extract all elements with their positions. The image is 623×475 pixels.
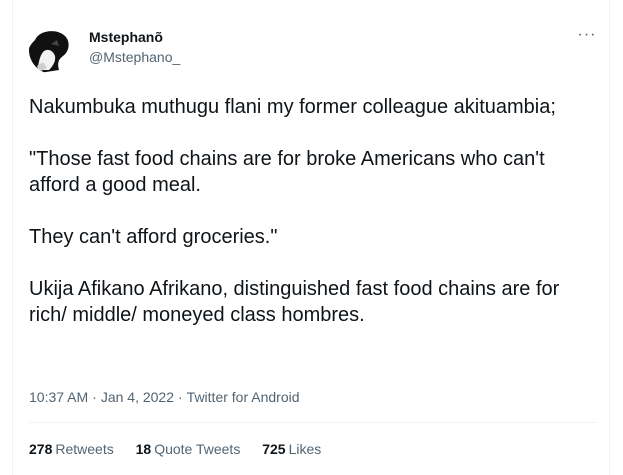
tweet-card: Mstephanõ @Mstephano_ ··· Nakumbuka muth… bbox=[12, 0, 610, 475]
tweet-paragraph: Nakumbuka muthugu flani my former collea… bbox=[29, 96, 556, 118]
more-options-icon[interactable]: ··· bbox=[577, 27, 597, 44]
tweet-meta: 10:37 AM · Jan 4, 2022 · Twitter for Android bbox=[29, 388, 300, 406]
divider bbox=[29, 422, 597, 423]
tweet-stats: 278 Retweets 18 Quote Tweets 725 Likes bbox=[29, 440, 339, 458]
retweets-count: 278 bbox=[29, 441, 53, 457]
meta-separator: · bbox=[178, 389, 183, 405]
likes-count: 725 bbox=[262, 441, 286, 457]
meta-separator: · bbox=[92, 389, 97, 405]
tweet-paragraph: Ukija Afikano Afrikano, distinguished fa… bbox=[29, 278, 560, 326]
author-names: Mstephanõ @Mstephano_ bbox=[89, 28, 180, 66]
retweets-label: Retweets bbox=[55, 441, 114, 457]
tweet-paragraph: "Those fast food chains are for broke Am… bbox=[29, 148, 545, 196]
quote-tweets-stat[interactable]: 18 Quote Tweets bbox=[136, 440, 241, 458]
user-handle[interactable]: @Mstephano_ bbox=[89, 48, 180, 66]
tweet-source[interactable]: Twitter for Android bbox=[187, 389, 300, 405]
tweet-date[interactable]: Jan 4, 2022 bbox=[101, 389, 174, 405]
tweet-time[interactable]: 10:37 AM bbox=[29, 389, 88, 405]
avatar[interactable] bbox=[29, 26, 77, 74]
likes-stat[interactable]: 725 Likes bbox=[262, 440, 321, 458]
quote-tweets-label: Quote Tweets bbox=[154, 441, 241, 457]
tweet-header: Mstephanõ @Mstephano_ ··· bbox=[29, 22, 597, 74]
tweet-text: Nakumbuka muthugu flani my former collea… bbox=[29, 94, 597, 328]
likes-label: Likes bbox=[288, 441, 322, 457]
quote-tweets-count: 18 bbox=[135, 441, 152, 457]
tweet-paragraph: They can't afford groceries." bbox=[29, 226, 278, 248]
display-name[interactable]: Mstephanõ bbox=[89, 28, 180, 46]
silhouette-avatar-icon bbox=[29, 26, 77, 74]
retweets-stat[interactable]: 278 Retweets bbox=[29, 440, 114, 458]
